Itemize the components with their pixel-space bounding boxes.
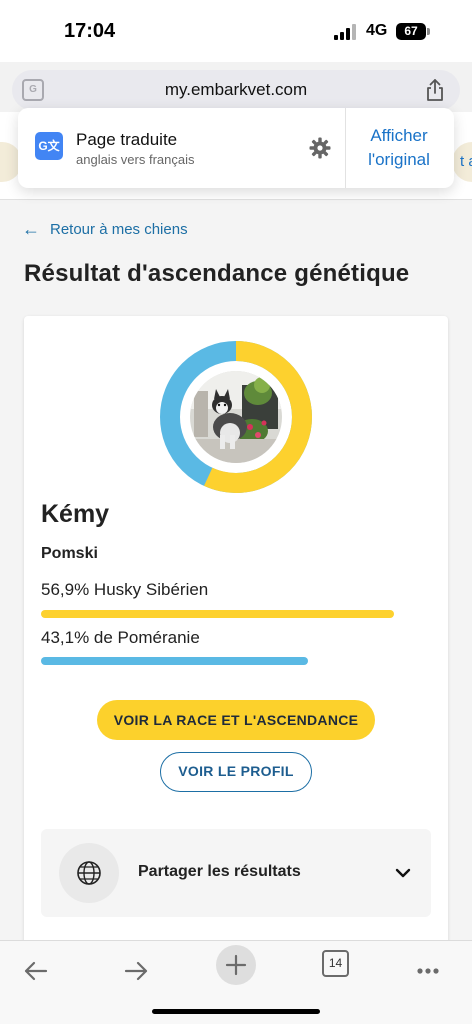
web-page: t a ← Retour à mes chiens Résultat d'asc…	[0, 112, 472, 940]
share-results-row[interactable]: Partager les résultats	[41, 829, 431, 917]
battery-icon: 67	[396, 23, 426, 40]
globe-icon	[77, 861, 101, 885]
translate-title: Page traduite	[76, 130, 178, 149]
back-link-label: Retour à mes chiens	[50, 221, 188, 238]
ancestry-label-pomeranian: 43,1% de Poméranie	[41, 628, 200, 647]
show-original-button[interactable]: Afficher l'original	[348, 124, 450, 172]
new-tab-icon[interactable]	[214, 943, 258, 987]
address-bar[interactable]: G my.embarkvet.com	[12, 70, 460, 110]
view-breed-ancestry-button[interactable]: VOIR LA RACE ET L'ASCENDANCE	[97, 700, 375, 740]
view-profile-button[interactable]: VOIR LE PROFIL	[160, 752, 312, 792]
ancestry-bar-husky	[41, 610, 394, 618]
status-time: 17:04	[64, 20, 116, 42]
share-results-label: Partager les résultats	[138, 863, 301, 880]
battery-tip	[427, 28, 430, 35]
header-pill-right: t a	[452, 142, 472, 182]
ancestry-bar-pomeranian	[41, 657, 308, 665]
show-original-line2: l'original	[368, 150, 430, 169]
share-icon[interactable]	[424, 78, 446, 102]
translate-popup: G文 Page traduite anglais vers français A…	[18, 108, 454, 188]
show-original-line1: Afficher	[370, 126, 428, 145]
forward-arrow-icon[interactable]	[114, 949, 158, 993]
dog-name: Kémy	[41, 500, 110, 528]
signal-icon	[334, 24, 360, 40]
popup-divider	[345, 108, 346, 188]
gear-icon[interactable]	[309, 137, 331, 159]
home-indicator	[152, 1009, 320, 1014]
url-text[interactable]: my.embarkvet.com	[12, 80, 460, 100]
status-bar: 17:04 4G 67	[0, 0, 472, 62]
arrow-left-icon: ←	[22, 219, 40, 239]
back-link[interactable]: ← Retour à mes chiens	[22, 219, 188, 240]
dog-photo	[190, 371, 282, 463]
page-title: Résultat d'ascendance génétique	[24, 260, 410, 287]
dog-result-card: Kémy Pomski 56,9% Husky Sibérien 43,1% d…	[24, 316, 448, 940]
globe-icon-container	[59, 843, 119, 903]
chevron-down-icon[interactable]	[393, 863, 413, 883]
back-arrow-icon[interactable]	[14, 949, 58, 993]
google-translate-icon: G文	[35, 132, 63, 160]
network-type: 4G	[366, 22, 388, 39]
translate-subtitle: anglais vers français	[76, 152, 195, 167]
ancestry-label-husky: 56,9% Husky Sibérien	[41, 580, 209, 599]
tabs-count-icon[interactable]: 14	[322, 950, 349, 977]
more-options-icon[interactable]	[406, 949, 450, 993]
breed-name: Pomski	[41, 545, 98, 562]
